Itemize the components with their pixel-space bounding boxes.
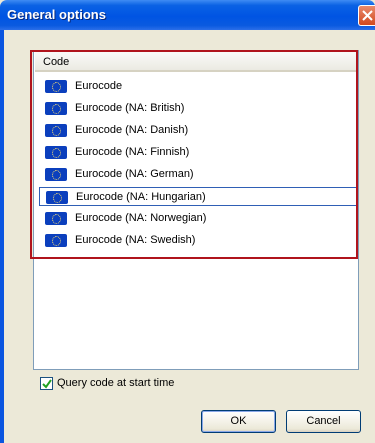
list-item-label: Eurocode (NA: Finnish)	[75, 146, 190, 158]
list-item-eurocode[interactable]: Eurocode	[39, 77, 357, 96]
window-frame	[0, 30, 4, 443]
eu-flag-icon	[45, 80, 67, 93]
list-item-german[interactable]: Eurocode (NA: German)	[39, 165, 357, 184]
list-item-norwegian[interactable]: Eurocode (NA: Norwegian)	[39, 209, 357, 228]
query-code-checkbox[interactable]	[40, 377, 53, 390]
list-item-label: Eurocode (NA: Swedish)	[75, 234, 196, 246]
list-item-label: Eurocode (NA: Danish)	[75, 124, 189, 136]
title-bar[interactable]: General options	[0, 0, 375, 30]
window-title: General options	[7, 7, 106, 22]
general-options-dialog: General options Code Eurocode Eurocode (…	[0, 0, 375, 443]
eu-flag-icon	[45, 168, 67, 181]
list-item-british[interactable]: Eurocode (NA: British)	[39, 99, 357, 118]
eu-flag-icon	[45, 102, 67, 115]
ok-button[interactable]: OK	[201, 410, 276, 433]
query-code-label: Query code at start time	[57, 377, 175, 389]
code-list[interactable]: Code Eurocode Eurocode (NA: British) Eur…	[33, 50, 359, 370]
list-item-label: Eurocode	[75, 80, 123, 92]
list-item-label: Eurocode (NA: German)	[75, 168, 194, 180]
list-item-label: Eurocode (NA: Hungarian)	[76, 191, 206, 203]
column-header-code[interactable]: Code	[35, 52, 357, 72]
list-item-swedish[interactable]: Eurocode (NA: Swedish)	[39, 231, 357, 250]
cancel-button[interactable]: Cancel	[286, 410, 361, 433]
column-header-label: Code	[43, 56, 70, 68]
list-item-label: Eurocode (NA: Norwegian)	[75, 212, 207, 224]
checkmark-icon	[42, 379, 52, 389]
close-icon	[362, 10, 373, 21]
list-item-danish[interactable]: Eurocode (NA: Danish)	[39, 121, 357, 140]
list-item-label: Eurocode (NA: British)	[75, 102, 185, 114]
eu-flag-icon	[46, 191, 68, 204]
list-item-finnish[interactable]: Eurocode (NA: Finnish)	[39, 143, 357, 162]
eu-flag-icon	[45, 124, 67, 137]
eu-flag-icon	[45, 146, 67, 159]
eu-flag-icon	[45, 212, 67, 225]
eu-flag-icon	[45, 234, 67, 247]
close-button[interactable]	[358, 5, 375, 26]
list-item-hungarian[interactable]: Eurocode (NA: Hungarian)	[39, 187, 357, 206]
